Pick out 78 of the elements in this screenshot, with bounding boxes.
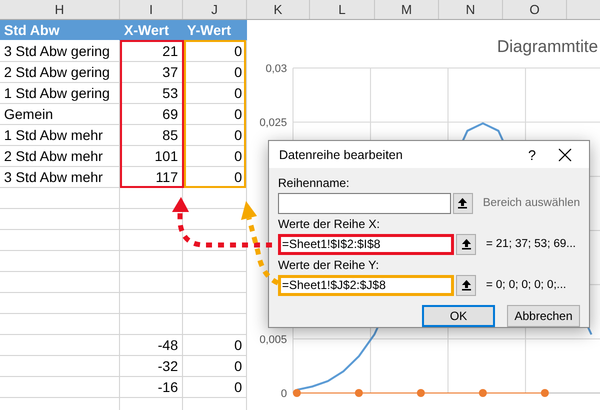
table-cell: 53 [120,83,183,104]
preview-text: = 21; 37; 53; 69... [486,238,576,250]
table-cell: 0 [183,83,247,104]
table-cell: Gemein [0,104,120,125]
table-cell: 1 Std Abw mehr [0,125,120,146]
table-cell [183,293,247,314]
header-cell: Y-Wert [183,20,247,41]
up-arrow-icon [460,238,472,250]
table-cell: 85 [120,125,183,146]
table-cell: 0 [183,167,247,188]
dialog-title: Datenreihe bearbeiten [279,148,404,162]
data-point [478,389,487,397]
table-cell: 2 Std Abw mehr [0,146,120,167]
range-select-button[interactable] [456,234,476,254]
data-point [354,389,363,397]
table-cell: 69 [120,104,183,125]
preview-text: = 0; 0; 0; 0; 0;... [486,279,566,291]
input-field[interactable]: =Sheet1!$J$2:$J$8 [278,274,454,296]
table-cell: -48 [120,335,183,356]
table-cell: 1 Std Abw gering [0,83,120,104]
table-cell: 0 [183,125,247,146]
table-cell: 37 [120,62,183,83]
table-cell [183,251,247,272]
table-cell: 3 Std Abw gering [0,41,120,62]
column-header[interactable]: O [503,0,567,19]
chart-title: Diagrammtite [497,37,598,56]
table-cell: 0 [183,335,247,356]
dialog-button[interactable]: OK [422,305,495,327]
table-cell: 0 [183,62,247,83]
field-label: Reihenname: [278,176,350,192]
help-button[interactable]: ? [517,146,547,162]
column-header[interactable]: I [120,0,183,19]
data-point [416,389,425,397]
column-header[interactable]: J [183,0,247,19]
header-cell: Std Abw [0,20,120,41]
table-cell [120,314,183,335]
dialog-button[interactable]: Abbrechen [507,305,580,327]
table-cell: 21 [120,41,183,62]
table-cell: 0 [183,377,247,398]
table-cell: -32 [120,356,183,377]
table-cell [183,314,247,335]
axis-label: 0,03 [266,63,287,75]
column-header[interactable]: N [439,0,503,19]
column-header[interactable]: H [0,0,120,19]
table-cell [120,230,183,251]
table-cell: 2 Std Abw gering [0,62,120,83]
table-cell: 0 [183,146,247,167]
axis-label: 0 [280,388,287,400]
table-cell: 0 [183,104,247,125]
table-cell [183,230,247,251]
data-point [540,389,549,397]
table-cell: 117 [120,167,183,188]
up-arrow-icon [457,197,468,209]
field-label: Werte der Reihe X: [278,217,381,233]
column-header[interactable]: K [247,0,310,19]
table-cell: 0 [183,356,247,377]
range-select-button[interactable] [453,192,473,214]
column-header[interactable]: M [375,0,439,19]
table-cell: 3 Std Abw mehr [0,167,120,188]
preview-text: Bereich auswählen [482,197,580,209]
table-cell [120,251,183,272]
range-select-button[interactable] [456,274,476,296]
axis-label: 0,025 [259,117,287,130]
close-icon[interactable] [557,146,573,162]
input-field[interactable] [278,192,452,214]
table-cell [120,272,183,293]
table-cell: 101 [120,146,183,167]
header-cell: X-Wert [120,20,183,41]
axis-label: 0,005 [259,334,287,346]
table-cell: 0 [183,41,247,62]
data-point [292,389,301,397]
column-header[interactable]: L [310,0,375,19]
field-label: Werte der Reihe Y: [278,258,380,274]
table-cell: -16 [120,377,183,398]
table-cell [183,272,247,293]
input-field[interactable]: =Sheet1!$I$2:$I$8 [278,234,454,254]
up-arrow-icon [460,279,472,291]
table-cell [120,293,183,314]
